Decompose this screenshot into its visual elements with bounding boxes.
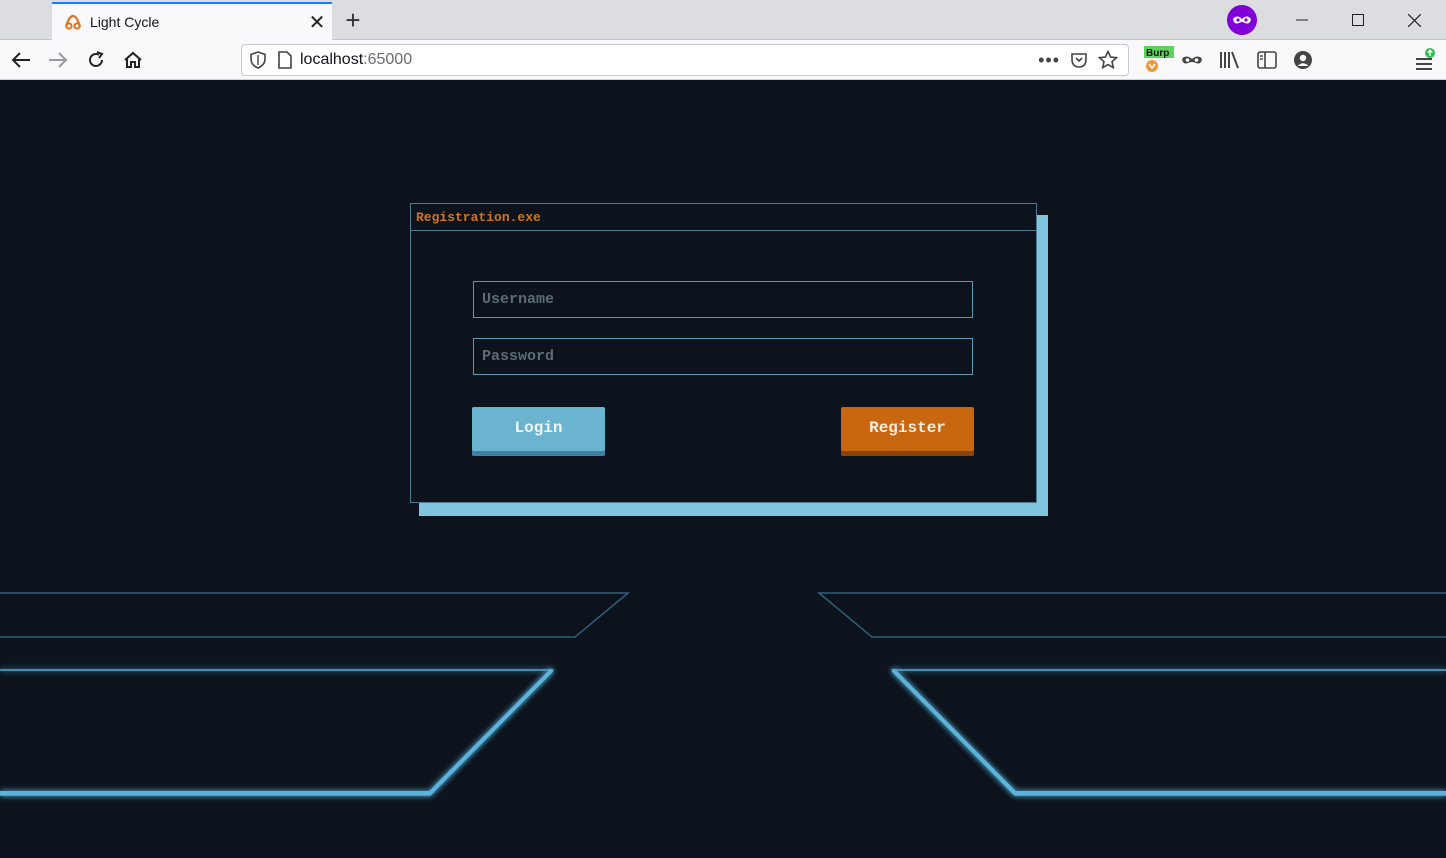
new-tab-icon[interactable]: + (338, 4, 368, 36)
burp-extension-icon[interactable]: Burp (1140, 46, 1174, 74)
browser-tab[interactable]: Light Cycle ✕ (52, 2, 332, 40)
tab-bar: Light Cycle ✕ + (0, 0, 1446, 40)
page-viewport: Registration.exe Login Register (0, 81, 1446, 858)
reload-icon[interactable] (82, 46, 110, 74)
private-browsing-icon (1227, 5, 1257, 35)
bookmark-star-icon[interactable] (1098, 50, 1118, 70)
address-bar[interactable]: localhost:65000 ••• (241, 44, 1129, 76)
url-port: :65000 (363, 51, 413, 68)
close-window-icon[interactable] (1386, 0, 1442, 40)
account-icon[interactable] (1289, 46, 1317, 74)
light-cycle-favicon-icon (62, 11, 84, 33)
tab-title: Light Cycle (90, 14, 160, 30)
forward-arrow-icon[interactable] (44, 46, 72, 74)
page-info-icon[interactable] (278, 51, 292, 69)
username-field[interactable] (473, 281, 973, 318)
burp-label: Burp (1146, 48, 1169, 59)
close-tab-icon[interactable]: ✕ (302, 7, 332, 37)
tracking-shield-icon[interactable] (250, 51, 266, 69)
back-arrow-icon[interactable] (7, 46, 35, 74)
panel-title: Registration.exe (416, 209, 541, 225)
page-actions-icon[interactable]: ••• (1038, 51, 1060, 69)
registration-panel: Registration.exe Login Register (410, 203, 1037, 503)
navigation-toolbar: localhost:65000 ••• Burp (0, 40, 1446, 80)
pocket-icon[interactable] (1070, 51, 1088, 69)
sidebar-icon[interactable] (1253, 46, 1281, 74)
menu-hamburger-icon[interactable] (1410, 46, 1438, 74)
mask-icon[interactable] (1178, 46, 1206, 74)
library-icon[interactable] (1216, 46, 1244, 74)
password-field[interactable] (473, 338, 973, 375)
register-button[interactable]: Register (841, 407, 974, 456)
url-text[interactable]: localhost:65000 (300, 51, 412, 69)
login-button[interactable]: Login (472, 407, 605, 456)
maximize-window-icon[interactable] (1330, 0, 1386, 40)
minimize-window-icon[interactable] (1274, 0, 1330, 40)
panel-header: Registration.exe (411, 204, 1036, 231)
url-host: localhost (300, 51, 364, 68)
home-icon[interactable] (119, 46, 147, 74)
